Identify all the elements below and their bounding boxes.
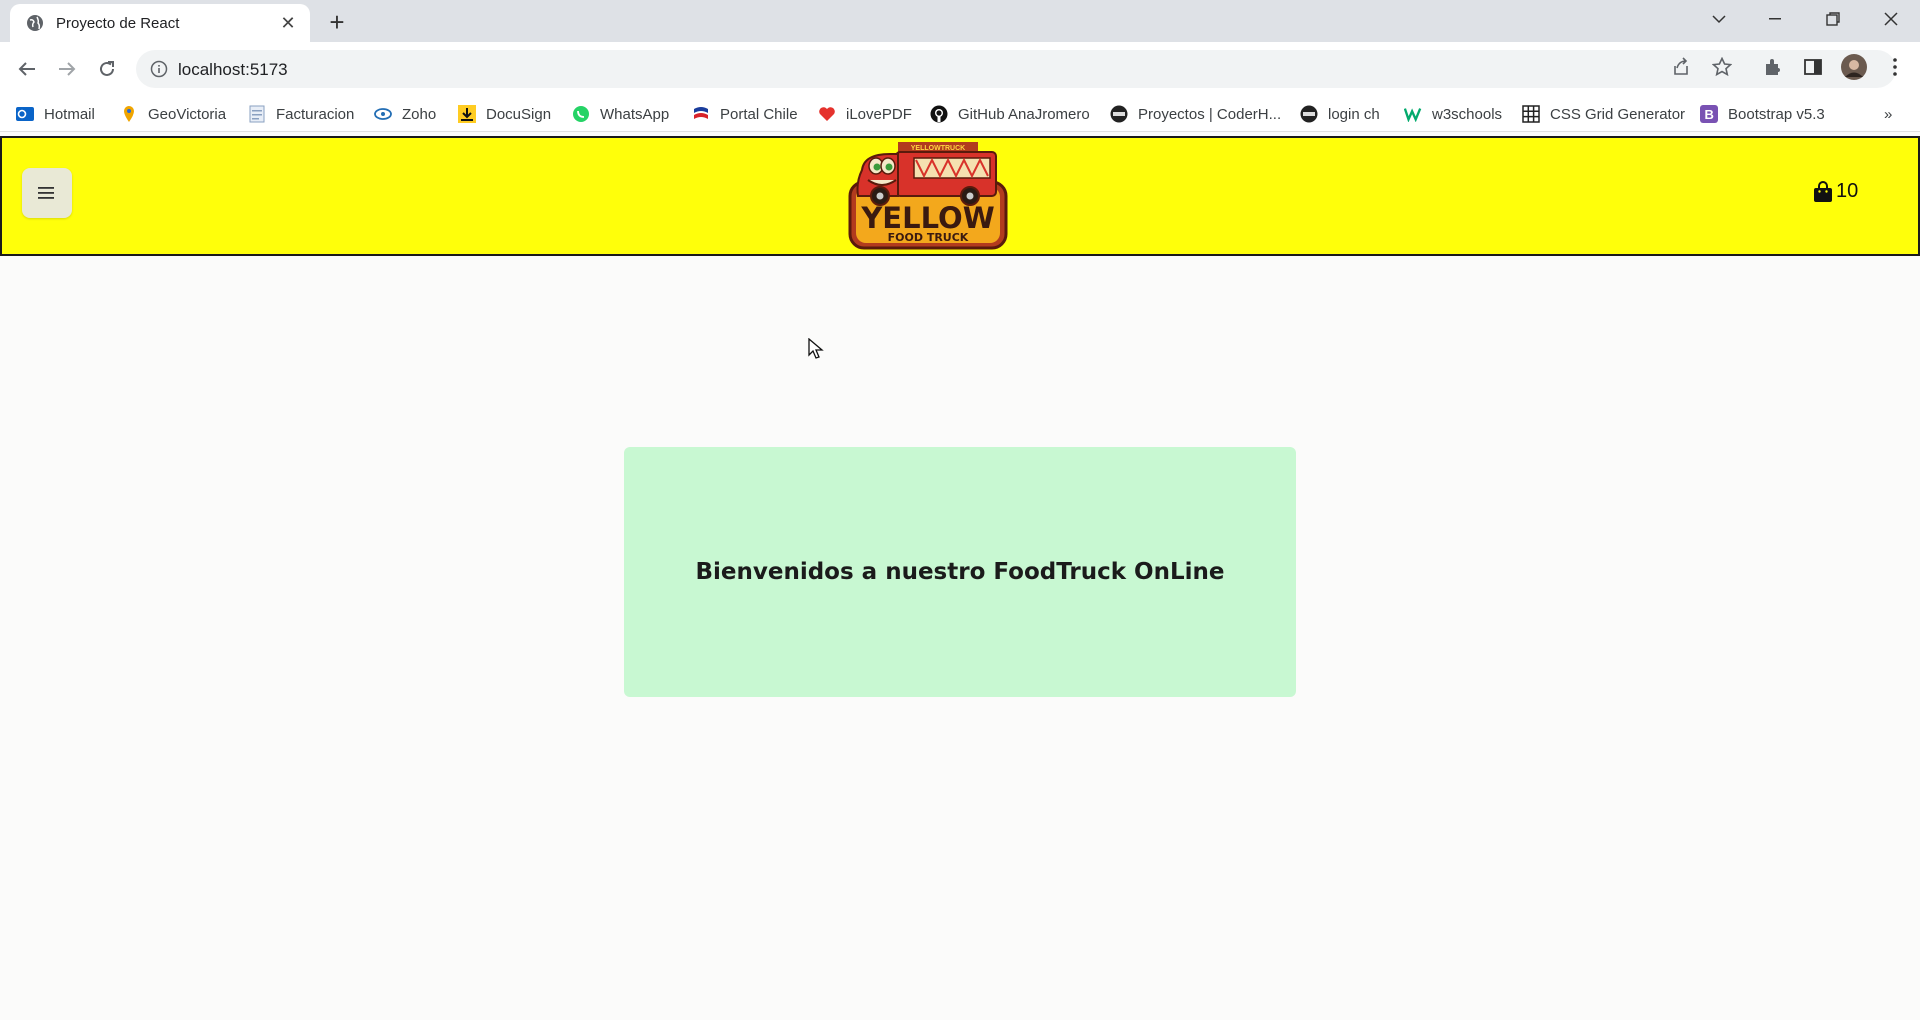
bookmark-label: Proyectos | CoderH... xyxy=(1138,105,1282,123)
bookmark-label: GeoVictoria xyxy=(148,105,227,123)
browser-menu-icon[interactable] xyxy=(1882,54,1908,80)
bookmark-star-icon[interactable] xyxy=(1709,54,1735,80)
bookmark-css-grid-generator[interactable]: CSS Grid Generator xyxy=(1522,102,1685,126)
portal-chile-icon xyxy=(692,105,710,123)
bookmark-portal-chile[interactable]: Portal Chile xyxy=(692,102,798,126)
bookmark-whatsapp[interactable]: WhatsApp xyxy=(572,102,669,126)
hamburger-menu-button[interactable] xyxy=(22,168,72,218)
tab-title: Proyecto de React xyxy=(56,14,180,32)
logo-main-text: YELLOW xyxy=(860,201,994,235)
bookmark-github[interactable]: GitHub AnaJromero xyxy=(930,102,1090,126)
yellow-food-truck-logo[interactable]: YELLOWTRUCK YELLOW FOOD TRUCK xyxy=(844,140,1012,252)
app-header: YELLOWTRUCK YELLOW FOOD TRUCK 10 xyxy=(0,136,1920,256)
bookmark-label: login ch xyxy=(1328,105,1380,123)
welcome-banner: Bienvenidos a nuestro FoodTruck OnLine xyxy=(624,447,1296,697)
new-tab-button[interactable]: + xyxy=(322,8,352,38)
globe-icon xyxy=(27,15,43,31)
docusign-icon xyxy=(458,105,476,123)
bookmark-label: Bootstrap v5.3 xyxy=(1728,105,1825,123)
reload-icon xyxy=(100,61,114,76)
bookmark-label: w3schools xyxy=(1432,105,1503,123)
bookmark-w3schools[interactable]: w3schools xyxy=(1404,102,1502,126)
bookmark-label: WhatsApp xyxy=(600,105,670,123)
w3schools-icon xyxy=(1404,105,1422,123)
document-icon xyxy=(248,105,266,123)
more-bookmarks-button[interactable]: » xyxy=(1884,102,1892,126)
bookmark-login-ch[interactable]: login ch xyxy=(1300,102,1380,126)
whatsapp-icon xyxy=(572,105,590,123)
heart-icon xyxy=(818,105,836,123)
bookmark-ilovepdf[interactable]: iLovePDF xyxy=(818,102,912,126)
bookmark-label: Portal Chile xyxy=(720,105,798,123)
outlook-icon xyxy=(16,105,34,123)
tab-close-icon[interactable]: ✕ xyxy=(278,13,298,34)
browser-tabstrip: Proyecto de React ✕ + xyxy=(0,0,1920,42)
welcome-heading: Bienvenidos a nuestro FoodTruck OnLine xyxy=(695,559,1225,585)
bookmark-label: iLovePDF xyxy=(846,105,912,123)
grid-icon xyxy=(1522,105,1540,123)
bookmark-facturacion[interactable]: Facturacion xyxy=(248,102,354,126)
minimize-button[interactable] xyxy=(1752,0,1798,38)
bookmark-zoho[interactable]: Zoho xyxy=(374,102,436,126)
arrow-left-icon xyxy=(18,62,35,76)
back-button[interactable] xyxy=(12,54,42,84)
extensions-icon[interactable] xyxy=(1760,54,1786,80)
forward-button[interactable] xyxy=(52,54,82,84)
cart-widget[interactable]: 10 xyxy=(1812,180,1858,203)
logo-top-text: YELLOWTRUCK xyxy=(911,145,965,152)
cart-count: 10 xyxy=(1836,180,1859,202)
bookmarks-bar: Hotmail GeoVictoria Facturacion Zoho Doc… xyxy=(0,96,1920,132)
bootstrap-icon: B xyxy=(1700,105,1718,123)
github-icon xyxy=(930,105,948,123)
bookmark-label: GitHub AnaJromero xyxy=(958,105,1090,123)
side-panel-icon[interactable] xyxy=(1800,54,1826,80)
bookmark-proyectos-coderhouse[interactable]: Proyectos | CoderH... xyxy=(1110,102,1281,126)
bookmark-label: Zoho xyxy=(402,105,437,123)
svg-text:B: B xyxy=(1705,107,1714,122)
share-icon[interactable] xyxy=(1668,54,1694,80)
zoho-icon xyxy=(374,105,392,123)
tab-search-icon[interactable] xyxy=(1696,0,1742,38)
profile-avatar[interactable] xyxy=(1840,53,1868,81)
bookmark-label: Hotmail xyxy=(44,105,95,123)
restore-button[interactable] xyxy=(1810,0,1856,38)
address-bar[interactable]: localhost:5173 xyxy=(136,50,1896,88)
shopping-bag-icon xyxy=(1814,180,1832,202)
reload-button[interactable] xyxy=(92,54,122,84)
bookmark-bootstrap[interactable]: B Bootstrap v5.3 xyxy=(1700,102,1825,126)
chevron-double-right-icon: » xyxy=(1884,105,1893,123)
close-window-button[interactable] xyxy=(1868,0,1914,38)
coderhouse-icon xyxy=(1300,105,1318,123)
bookmark-label: Facturacion xyxy=(276,105,355,123)
bookmark-geovictoria[interactable]: GeoVictoria xyxy=(120,102,226,126)
logo-sub-text: FOOD TRUCK xyxy=(888,231,969,244)
map-pin-icon xyxy=(120,105,138,123)
url-text[interactable]: localhost:5173 xyxy=(178,60,288,80)
bookmark-label: DocuSign xyxy=(486,105,552,123)
bookmark-docusign[interactable]: DocuSign xyxy=(458,102,551,126)
browser-toolbar: localhost:5173 xyxy=(0,42,1920,96)
coderhouse-icon xyxy=(1110,105,1128,123)
browser-tab[interactable]: Proyecto de React ✕ xyxy=(10,4,310,42)
site-info-icon[interactable] xyxy=(150,60,168,78)
bookmark-label: CSS Grid Generator xyxy=(1550,105,1686,123)
hamburger-icon xyxy=(38,187,54,199)
mouse-cursor-icon xyxy=(808,338,824,359)
bookmark-hotmail[interactable]: Hotmail xyxy=(16,102,95,126)
arrow-right-icon xyxy=(59,62,76,76)
